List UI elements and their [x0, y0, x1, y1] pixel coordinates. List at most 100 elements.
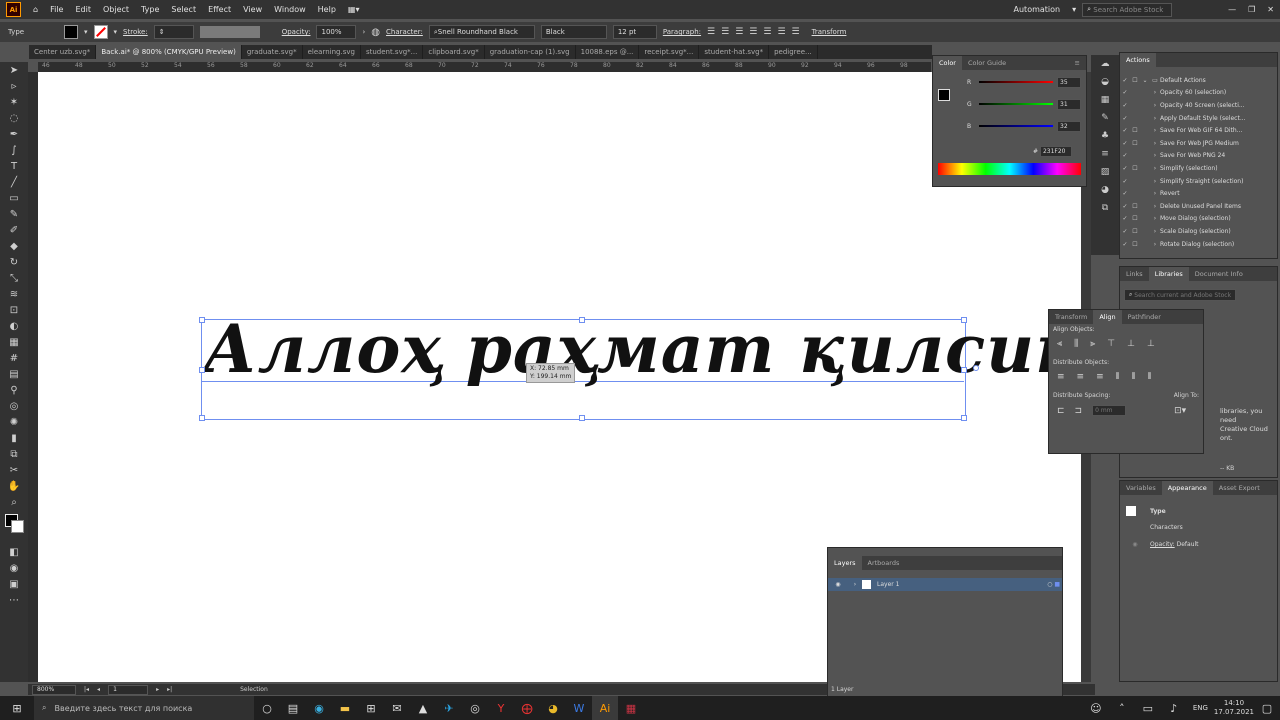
align-to-select[interactable]: ⊡▾: [1174, 406, 1186, 416]
stroke-swatch[interactable]: [93, 25, 108, 39]
more-tools-icon[interactable]: ⋯: [0, 592, 28, 608]
chevron-down-icon[interactable]: ▾: [84, 28, 88, 36]
chevron-right-icon[interactable]: ›: [1150, 127, 1160, 134]
tab-asset-export[interactable]: Asset Export: [1213, 484, 1266, 492]
check-icon[interactable]: ✓: [1120, 77, 1130, 84]
brushes-panel-icon[interactable]: ✎: [1091, 109, 1119, 127]
gradient-tool-icon[interactable]: ▤: [0, 366, 28, 382]
align-right-icon[interactable]: ⫸: [1090, 339, 1095, 349]
document-tab[interactable]: student.svg*...: [361, 45, 424, 59]
tab-appearance[interactable]: Appearance: [1161, 481, 1213, 495]
check-icon[interactable]: ✓: [1120, 165, 1130, 172]
action-item[interactable]: ✓ › Save For Web PNG 24: [1120, 150, 1277, 163]
chevron-right-icon[interactable]: ›: [1150, 215, 1160, 222]
tab-actions[interactable]: Actions: [1120, 53, 1156, 67]
tab-links[interactable]: Links: [1120, 270, 1149, 278]
tab-artboards[interactable]: Artboards: [862, 559, 906, 567]
resize-handle-tr[interactable]: [961, 317, 967, 323]
tab-variables[interactable]: Variables: [1120, 484, 1162, 492]
paragraph-label[interactable]: Paragraph:: [663, 28, 701, 36]
color-spectrum[interactable]: [938, 163, 1081, 175]
dist-hcenter-icon[interactable]: ⦀: [1132, 372, 1136, 382]
menu-select[interactable]: Select: [165, 5, 202, 14]
justify-last-right-icon[interactable]: ☰: [792, 27, 800, 37]
toggle-dialog-icon[interactable]: ☐: [1130, 77, 1140, 84]
check-icon[interactable]: ✓: [1120, 215, 1130, 222]
curvature-tool-icon[interactable]: ∫: [0, 142, 28, 158]
resize-handle-tc[interactable]: [579, 317, 585, 323]
tab-align[interactable]: Align: [1093, 310, 1122, 324]
opacity-input[interactable]: 100%: [316, 25, 357, 39]
menu-window[interactable]: Window: [268, 5, 312, 14]
action-item[interactable]: ✓ › Simplify Straight (selection): [1120, 175, 1277, 188]
menu-file[interactable]: File: [44, 5, 69, 14]
notifications-icon[interactable]: ▢: [1254, 696, 1280, 720]
document-tab[interactable]: 10088.eps @...: [576, 45, 640, 59]
toggle-dialog-icon[interactable]: ☐: [1130, 241, 1140, 248]
type-tool-icon[interactable]: T: [0, 158, 28, 174]
windows-start-icon[interactable]: ⊞: [4, 696, 30, 720]
menu-help[interactable]: Help: [312, 5, 342, 14]
appearance-characters[interactable]: Characters: [1120, 522, 1277, 535]
chevron-right-icon[interactable]: ›: [848, 581, 862, 588]
align-right-icon[interactable]: ☰: [735, 27, 743, 37]
clock[interactable]: 14:10 17.07.2021: [1214, 699, 1254, 717]
zoom-tool-icon[interactable]: ⌕: [0, 494, 28, 510]
transparency-panel-icon[interactable]: ◕: [1091, 181, 1119, 199]
current-tool-status[interactable]: Selection: [240, 686, 268, 693]
resize-handle-mr[interactable]: [961, 367, 967, 373]
align-bottom-icon[interactable]: ⊥: [1147, 339, 1155, 349]
action-item[interactable]: ✓ › Opacity 40 Screen (selecti...: [1120, 99, 1277, 112]
document-tab[interactable]: graduate.svg*: [242, 45, 303, 59]
lasso-tool-icon[interactable]: ◌: [0, 110, 28, 126]
tab-layers[interactable]: Layers: [828, 556, 862, 570]
layer-name[interactable]: Layer 1: [877, 581, 899, 588]
hand-tool-icon[interactable]: ✋: [0, 478, 28, 494]
blend-tool-icon[interactable]: ◎: [0, 398, 28, 414]
document-tab[interactable]: graduation-cap (1).svg: [485, 45, 576, 59]
check-icon[interactable]: ✓: [1120, 127, 1130, 134]
zoom-select[interactable]: 800%: [32, 684, 76, 695]
stroke-weight-input[interactable]: ⇕: [153, 25, 194, 39]
dist-top-icon[interactable]: ≡: [1057, 372, 1065, 382]
language-indicator[interactable]: ENG: [1193, 704, 1208, 712]
document-tab[interactable]: clipboard.svg*: [423, 45, 485, 59]
word-icon[interactable]: W: [566, 696, 592, 720]
tab-pathfinder[interactable]: Pathfinder: [1122, 313, 1167, 321]
winrar-icon[interactable]: ▦: [618, 696, 644, 720]
gradient-panel-icon[interactable]: ▨: [1091, 163, 1119, 181]
menu-type[interactable]: Type: [135, 5, 165, 14]
menu-view[interactable]: View: [237, 5, 268, 14]
artboard-text[interactable]: Аллоҳ раҳмат қилсин: [203, 310, 1084, 388]
asset-panel-icon[interactable]: ⧉: [1091, 199, 1119, 217]
network-icon[interactable]: ▭: [1135, 696, 1161, 720]
target-icon[interactable]: ○: [1047, 581, 1052, 588]
document-tab[interactable]: pedigree...: [769, 45, 818, 59]
check-icon[interactable]: ✓: [1120, 178, 1130, 185]
tab-libraries[interactable]: Libraries: [1148, 267, 1189, 281]
action-item[interactable]: ✓ › Opacity 60 (selection): [1120, 87, 1277, 100]
warp-tool-icon[interactable]: ≋: [0, 286, 28, 302]
check-icon[interactable]: ✓: [1120, 115, 1130, 122]
justify-icon[interactable]: ☰: [749, 27, 757, 37]
action-item[interactable]: ✓ ☐ › Scale Dialog (selection): [1120, 225, 1277, 238]
space-horizontal-icon[interactable]: ⊐: [1075, 406, 1083, 416]
chevron-right-icon[interactable]: ›: [1150, 115, 1160, 122]
check-icon[interactable]: ✓: [1120, 102, 1130, 109]
check-icon[interactable]: ✓: [1120, 152, 1130, 159]
chevron-right-icon[interactable]: ›: [1150, 241, 1160, 248]
tab-color-guide[interactable]: Color Guide: [962, 59, 1012, 67]
check-icon[interactable]: ✓: [1120, 140, 1130, 147]
dist-vcenter-icon[interactable]: ≡: [1077, 372, 1085, 382]
media-player-icon[interactable]: ◎: [462, 696, 488, 720]
resize-handle-ml[interactable]: [199, 367, 205, 373]
character-label[interactable]: Character:: [386, 28, 423, 36]
libraries-search-input[interactable]: ⌕ Search current and Adobe Stock: [1124, 289, 1237, 301]
check-icon[interactable]: ✓: [1120, 190, 1130, 197]
spacing-input[interactable]: 0 mm: [1092, 405, 1127, 416]
rotate-tool-icon[interactable]: ↻: [0, 254, 28, 270]
action-item[interactable]: ✓ ☐ › Save For Web GIF 64 Dith...: [1120, 124, 1277, 137]
people-icon[interactable]: ☺: [1083, 696, 1109, 720]
red-input[interactable]: 35: [1057, 76, 1081, 88]
chevron-down-icon[interactable]: ▾: [1066, 5, 1082, 14]
